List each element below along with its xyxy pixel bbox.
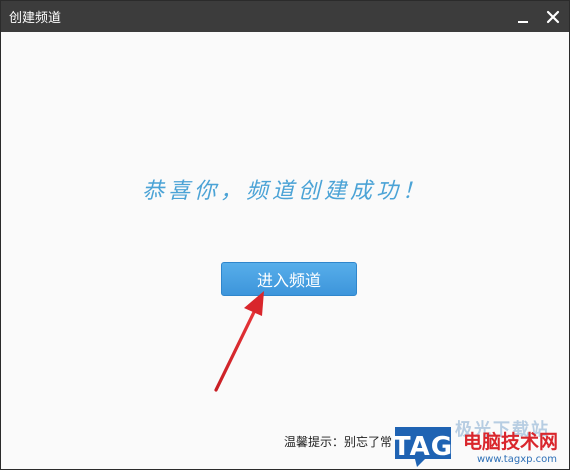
success-message: 恭喜你，频道创建成功！ bbox=[141, 179, 428, 204]
watermark: 极光下载站 TAG 电脑技术网 www.tagxp.com bbox=[385, 419, 569, 469]
close-icon bbox=[546, 10, 560, 24]
tag-logo: TAG bbox=[391, 425, 455, 469]
red-arrow-annotation bbox=[214, 291, 264, 392]
window-title: 创建频道 bbox=[9, 11, 62, 26]
watermark-site-name: 电脑技术网 bbox=[463, 431, 559, 453]
tag-logo-text: TAG bbox=[392, 432, 454, 462]
minimize-icon bbox=[518, 21, 528, 23]
dialog-window: 创建频道 恭喜你，频道创建成功！ 进入频道 温馨提示：别忘了常 极光下载站 TA… bbox=[0, 0, 570, 470]
title-bar[interactable]: 创建频道 bbox=[1, 1, 569, 32]
watermark-url: www.tagxp.com bbox=[477, 454, 557, 465]
minimize-button[interactable] bbox=[513, 7, 533, 27]
close-button[interactable] bbox=[543, 7, 563, 27]
tip-text: 温馨提示：别忘了常 bbox=[284, 435, 393, 449]
